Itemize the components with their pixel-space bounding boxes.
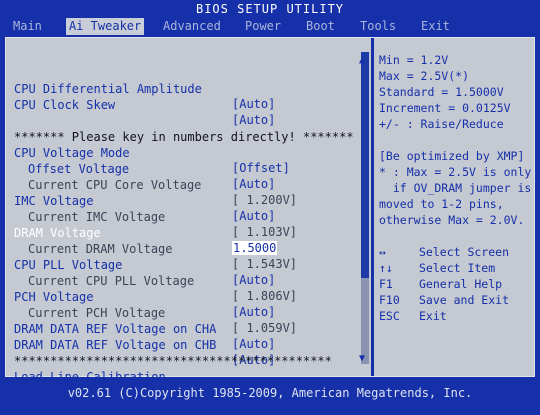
copyright-footer: v02.61 (C)Copyright 1985-2009, American … xyxy=(67,386,473,400)
tab-boot[interactable]: Boot xyxy=(303,18,338,35)
help-text: +/- : Raise/Reduce xyxy=(379,117,504,131)
key-hint: F1 General Help xyxy=(379,277,503,291)
tab-ai-tweaker[interactable]: Ai Tweaker xyxy=(66,18,145,35)
key-hint: F10 Save and Exit xyxy=(379,293,510,307)
help-text: Min = 1.2V xyxy=(379,53,449,67)
help-note: [Be optimized by XMP] xyxy=(379,149,525,163)
menu-bar: Main Ai Tweaker Advanced Power Boot Tool… xyxy=(0,18,540,35)
key-hint: ↑↓ Select Item xyxy=(379,261,496,275)
settings-panel: ▲ ▼ CPU Differential Amplitude [Auto] CP… xyxy=(5,37,535,399)
bios-title: BIOS SETUP UTILITY xyxy=(195,2,345,16)
tab-power[interactable]: Power xyxy=(242,18,284,35)
key-hint: ↔ Select Screen xyxy=(379,245,510,259)
left-right-arrow-icon: ↔ xyxy=(379,245,386,259)
scroll-down-icon[interactable]: ▼ xyxy=(359,354,365,364)
key-hint: ESC Exit xyxy=(379,309,447,323)
help-note: * : Max = 2.5V is only xyxy=(379,165,532,179)
help-note: moved to 1-2 pins, xyxy=(379,197,504,211)
help-text: Increment = 0.0125V xyxy=(379,101,511,115)
tab-advanced[interactable]: Advanced xyxy=(160,18,224,35)
tab-tools[interactable]: Tools xyxy=(357,18,399,35)
help-text: Standard = 1.5000V xyxy=(379,85,504,99)
scroll-up-icon[interactable]: ▲ xyxy=(359,56,365,66)
panel-divider xyxy=(371,38,374,376)
help-note: otherwise Max = 2.0V. xyxy=(379,213,525,227)
tab-main[interactable]: Main xyxy=(10,18,45,35)
help-text: Max = 2.5V(*) xyxy=(379,69,470,83)
up-down-arrow-icon: ↑↓ xyxy=(379,261,393,275)
tab-exit[interactable]: Exit xyxy=(418,18,453,35)
scrollbar-thumb[interactable] xyxy=(361,52,369,278)
help-note: if OV_DRAM jumper is xyxy=(379,181,532,195)
